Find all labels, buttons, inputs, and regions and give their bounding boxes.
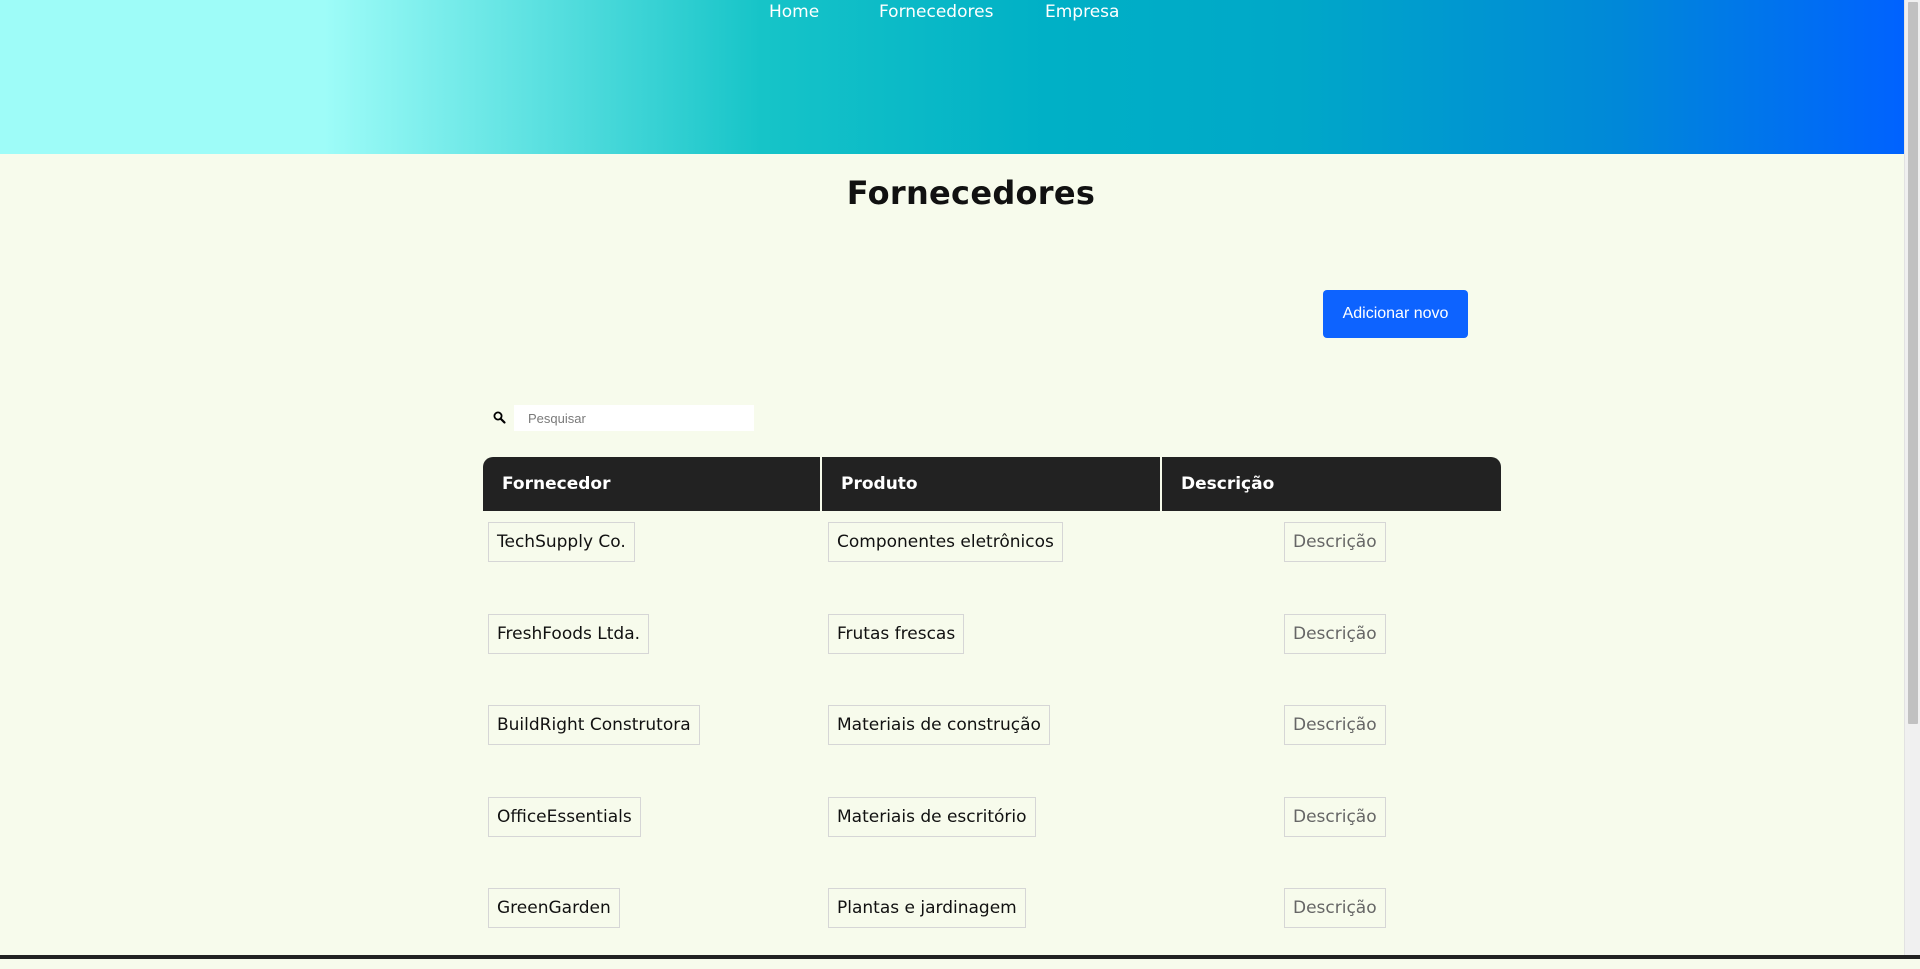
bottom-edge-bar bbox=[0, 955, 1920, 959]
scrollbar-thumb[interactable] bbox=[1908, 2, 1918, 724]
nav-suppliers-link[interactable]: Fornecedores bbox=[879, 0, 993, 24]
table-row: FreshFoods Ltda. Frutas frescas Descriçã… bbox=[483, 603, 1501, 695]
product-cell: Materiais de construção bbox=[828, 705, 1050, 745]
column-header-supplier: Fornecedor bbox=[483, 457, 822, 511]
supplier-cell: GreenGarden bbox=[488, 888, 620, 928]
description-button[interactable]: Descrição bbox=[1284, 522, 1386, 562]
description-button[interactable]: Descrição bbox=[1284, 796, 1386, 837]
description-button[interactable]: Descrição bbox=[1284, 613, 1386, 654]
product-cell: Componentes eletrônicos bbox=[828, 522, 1063, 562]
description-button[interactable]: Descrição bbox=[1284, 888, 1386, 928]
supplier-cell: OfficeEssentials bbox=[488, 796, 641, 837]
nav-company-link[interactable]: Empresa bbox=[1045, 0, 1119, 24]
search-icon bbox=[492, 410, 508, 426]
supplier-cell: BuildRight Construtora bbox=[488, 705, 700, 745]
supplier-cell: TechSupply Co. bbox=[488, 522, 635, 562]
nav-home-link[interactable]: Home bbox=[769, 0, 819, 24]
suppliers-table: Fornecedor Produto Descrição TechSupply … bbox=[483, 457, 1501, 969]
search-input[interactable] bbox=[514, 405, 754, 431]
search-bar bbox=[492, 405, 754, 431]
add-new-button[interactable]: Adicionar novo bbox=[1323, 290, 1468, 338]
column-header-product: Produto bbox=[822, 457, 1162, 511]
table-row: OfficeEssentials Materiais de escritório… bbox=[483, 786, 1501, 878]
page-title: Fornecedores bbox=[846, 174, 1096, 212]
product-cell: Frutas frescas bbox=[828, 613, 965, 654]
table-row: TechSupply Co. Componentes eletrônicos D… bbox=[483, 511, 1501, 603]
top-header: Home Fornecedores Empresa bbox=[0, 0, 1904, 154]
column-header-description: Descrição bbox=[1181, 474, 1275, 494]
table-header: Fornecedor Produto Descrição bbox=[483, 457, 1501, 511]
description-button[interactable]: Descrição bbox=[1284, 705, 1386, 745]
table-row: BuildRight Construtora Materiais de cons… bbox=[483, 694, 1501, 786]
vertical-scrollbar[interactable] bbox=[1904, 0, 1920, 959]
supplier-cell: FreshFoods Ltda. bbox=[488, 613, 650, 654]
product-cell: Plantas e jardinagem bbox=[828, 888, 1026, 928]
product-cell: Materiais de escritório bbox=[828, 796, 1036, 837]
